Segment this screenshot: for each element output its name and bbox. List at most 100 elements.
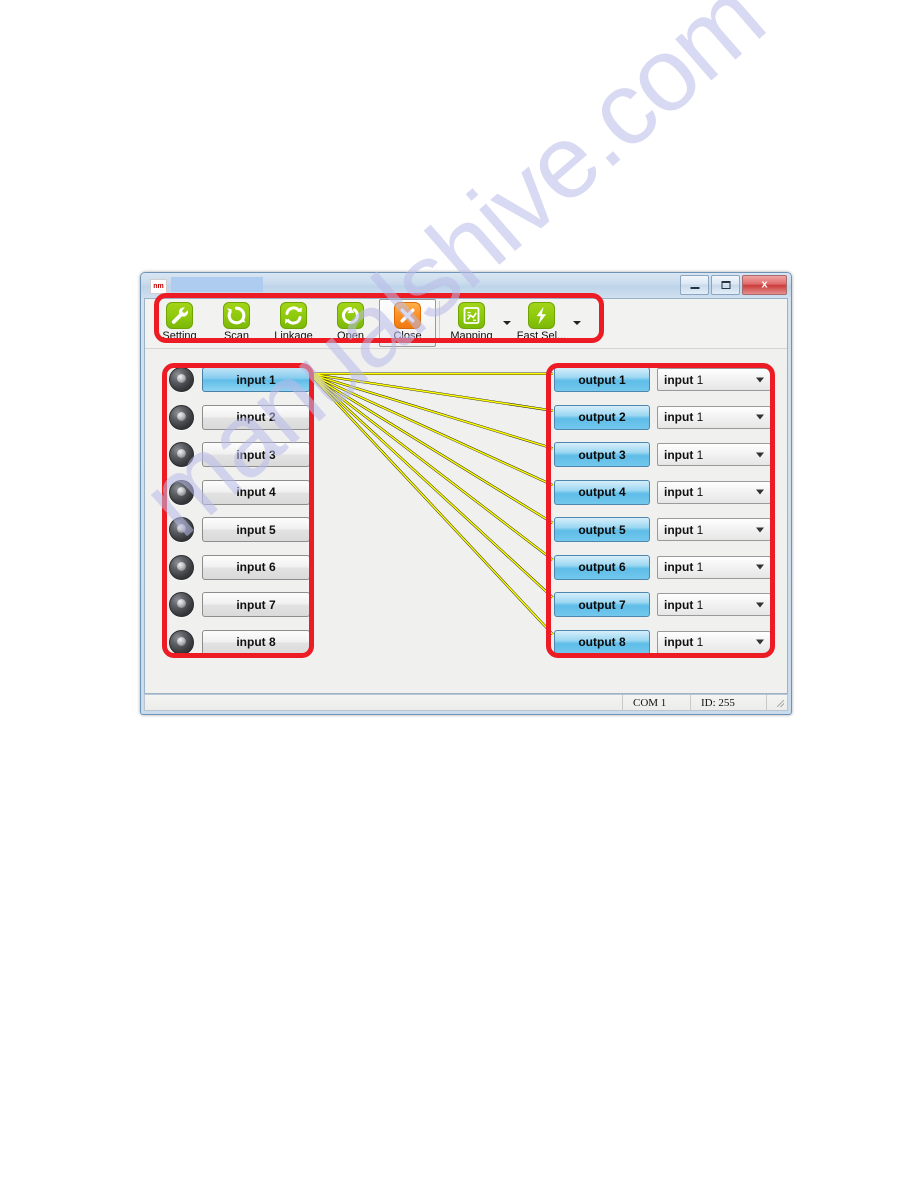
input-row: input 4 (169, 474, 317, 512)
toolbar-label: Open (337, 330, 364, 342)
input-button-5[interactable]: input 5 (202, 517, 310, 543)
source-label: input (664, 372, 694, 387)
status-port: COM 1 (622, 695, 690, 710)
output-group: output 1 input 1 output 2 input 1 output… (554, 361, 776, 661)
input-knob-icon[interactable] (169, 479, 194, 505)
maximize-button[interactable] (711, 275, 740, 295)
output-source-select-4[interactable]: input 1 (657, 480, 771, 504)
toolbar-button-scan[interactable]: Scan (208, 299, 265, 347)
toolbar-button-fast-select[interactable]: Fast Sel... (513, 299, 570, 347)
status-bar: COM 1 ID: 255 (144, 694, 788, 711)
input-knob-icon[interactable] (169, 367, 194, 393)
input-button-2[interactable]: input 2 (202, 404, 310, 430)
app-icon: nm (150, 279, 167, 294)
input-knob-icon[interactable] (169, 517, 194, 543)
output-source-select-7[interactable]: input 1 (657, 593, 771, 617)
close-icon: x (761, 278, 768, 291)
source-label: input (664, 485, 694, 500)
output-source-select-2[interactable]: input 1 (657, 405, 771, 429)
source-label: input (664, 560, 694, 575)
toolbar-label: Close (393, 330, 422, 342)
toolbar-button-linkage[interactable]: Linkage (265, 299, 322, 347)
input-group: input 1 input 2 input 3 input 4 input 5 (169, 361, 317, 661)
toolbar-button-close[interactable]: Close (379, 299, 436, 347)
resize-grip[interactable] (766, 695, 787, 710)
mapping-dropdown-caret[interactable] (500, 299, 513, 347)
output-button-2[interactable]: output 2 (554, 404, 650, 430)
client-area: Setting Scan Linkage Open Close Mapping … (144, 298, 788, 694)
output-source-select-1[interactable]: input 1 (657, 368, 771, 392)
source-number: 1 (696, 372, 704, 387)
output-source-select-5[interactable]: input 1 (657, 518, 771, 542)
chevron-down-icon (756, 414, 764, 420)
refresh-icon (223, 302, 250, 329)
chevron-down-icon (756, 489, 764, 495)
input-row: input 1 (169, 361, 317, 399)
input-row: input 3 (169, 436, 317, 474)
lightning-icon (528, 302, 555, 329)
input-button-3[interactable]: input 3 (202, 442, 310, 468)
toolbar-button-mapping[interactable]: Mapping (443, 299, 500, 347)
toolbar-button-open[interactable]: Open (322, 299, 379, 347)
output-button-7[interactable]: output 7 (554, 592, 650, 618)
output-button-3[interactable]: output 3 (554, 442, 650, 468)
input-row: input 5 (169, 511, 317, 549)
window-title (171, 277, 263, 292)
source-number: 1 (696, 560, 704, 575)
wrench-icon (166, 302, 193, 329)
source-label: input (664, 522, 694, 537)
input-button-1[interactable]: input 1 (202, 367, 310, 393)
source-label: input (664, 410, 694, 425)
output-row: output 7 input 1 (554, 586, 776, 624)
source-label: input (664, 447, 694, 462)
output-source-select-3[interactable]: input 1 (657, 443, 771, 467)
fast-select-dropdown-caret[interactable] (570, 299, 583, 347)
toolbar-label: Linkage (274, 330, 313, 342)
output-button-6[interactable]: output 6 (554, 554, 650, 580)
output-button-8[interactable]: output 8 (554, 629, 650, 655)
toolbar-button-setting[interactable]: Setting (151, 299, 208, 347)
output-row: output 1 input 1 (554, 361, 776, 399)
toolbar-label: Setting (162, 330, 197, 342)
window-controls: x (680, 275, 787, 295)
output-row: output 8 input 1 (554, 624, 776, 662)
input-knob-icon[interactable] (169, 592, 194, 618)
output-button-4[interactable]: output 4 (554, 479, 650, 505)
toolbar-label: Fast Sel... (516, 330, 567, 342)
output-source-select-8[interactable]: input 1 (657, 630, 771, 654)
power-icon (337, 302, 364, 329)
output-button-5[interactable]: output 5 (554, 517, 650, 543)
output-button-1[interactable]: output 1 (554, 367, 650, 393)
minimize-button[interactable] (680, 275, 709, 295)
chevron-down-icon (756, 639, 764, 645)
input-button-8[interactable]: input 8 (202, 629, 310, 655)
input-button-6[interactable]: input 6 (202, 554, 310, 580)
input-knob-icon[interactable] (169, 404, 194, 430)
source-number: 1 (696, 635, 704, 650)
source-label: input (664, 635, 694, 650)
input-knob-icon[interactable] (169, 554, 194, 580)
output-source-select-6[interactable]: input 1 (657, 555, 771, 579)
output-row: output 2 input 1 (554, 399, 776, 437)
chevron-down-icon (756, 564, 764, 570)
input-row: input 7 (169, 586, 317, 624)
input-knob-icon[interactable] (169, 629, 194, 655)
title-bar: nm x (141, 273, 791, 298)
chevron-down-icon (756, 452, 764, 458)
input-button-4[interactable]: input 4 (202, 479, 310, 505)
toolbar-label: Scan (223, 330, 250, 342)
toolbar-separator (439, 301, 440, 343)
source-number: 1 (696, 597, 704, 612)
chart-icon (458, 302, 485, 329)
output-row: output 4 input 1 (554, 474, 776, 512)
input-button-7[interactable]: input 7 (202, 592, 310, 618)
source-number: 1 (696, 485, 704, 500)
source-number: 1 (696, 410, 704, 425)
input-row: input 8 (169, 624, 317, 662)
input-knob-icon[interactable] (169, 442, 194, 468)
application-window: nm x Setting Scan Linkage Open Close Map… (140, 272, 792, 715)
chevron-down-icon (756, 602, 764, 608)
source-label: input (664, 597, 694, 612)
close-window-button[interactable]: x (742, 275, 787, 295)
source-number: 1 (696, 447, 704, 462)
